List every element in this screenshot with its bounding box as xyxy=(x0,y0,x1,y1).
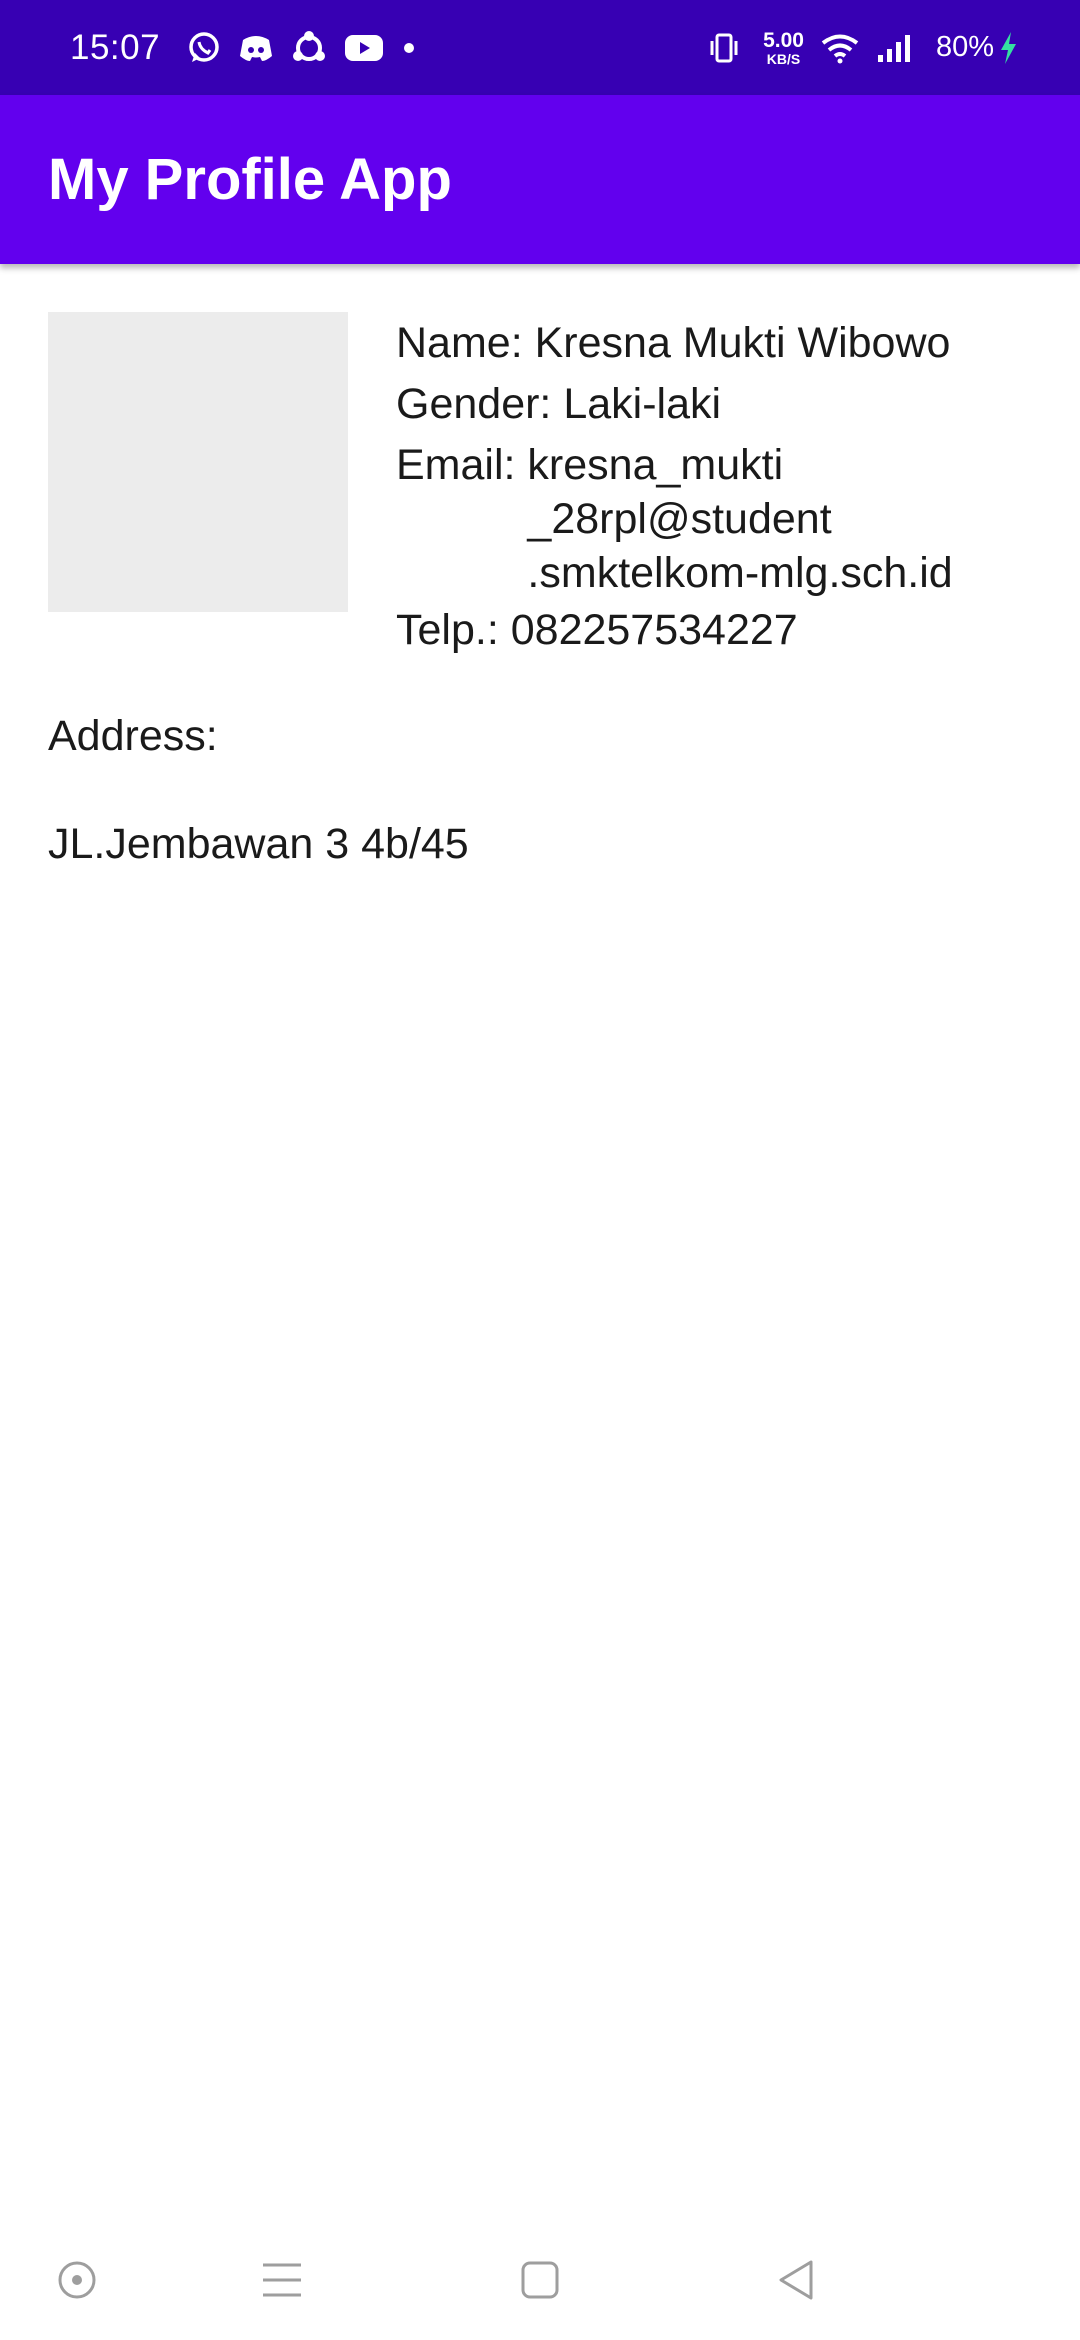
assistant-icon xyxy=(58,2261,96,2299)
email-line: kresna_mukti xyxy=(527,441,784,489)
email-line: .smktelkom-mlg.sch.id xyxy=(527,549,953,597)
app-bar: My Profile App xyxy=(0,95,1080,264)
signal-icon xyxy=(876,33,910,63)
assistant-button[interactable] xyxy=(41,2244,113,2316)
status-bar-left: 15:07 xyxy=(70,27,415,68)
email-row: Email: kresna_mukti _28rpl@student .smkt… xyxy=(396,435,953,600)
status-bar: 15:07 5.00 KB/S 80% xyxy=(0,0,1080,95)
email-line: _28rpl@student xyxy=(527,495,832,543)
email-label: Email: xyxy=(396,441,516,489)
charging-icon xyxy=(998,31,1018,65)
name-row: Name: Kresna Mukti Wibowo xyxy=(396,313,953,374)
gender-row: Gender: Laki-laki xyxy=(396,374,953,435)
home-button[interactable] xyxy=(504,2244,576,2316)
telp-label: Telp.: xyxy=(396,606,499,654)
youtube-icon xyxy=(344,33,384,63)
network-speed-value: 5.00 xyxy=(763,28,804,52)
network-speed-unit: KB/S xyxy=(766,50,801,67)
battery-percent: 80% xyxy=(935,31,994,63)
more-notifications-dot xyxy=(404,42,415,53)
whatsapp-icon xyxy=(186,30,222,66)
sync-icon xyxy=(290,30,328,66)
network-speed: 5.00 KB/S xyxy=(763,30,804,66)
address-value: JL.Jembawan 3 4b/45 xyxy=(48,820,469,868)
app-title: My Profile App xyxy=(48,147,452,212)
name-value: Kresna Mukti Wibowo xyxy=(534,319,951,367)
name-label: Name: xyxy=(396,319,523,367)
address-label: Address: xyxy=(48,712,218,760)
navigation-bar xyxy=(0,2220,1080,2340)
telp-value: 082257534227 xyxy=(510,606,798,654)
discord-icon xyxy=(238,32,274,64)
profile-info: Name: Kresna Mukti Wibowo Gender: Laki-l… xyxy=(396,313,953,661)
telp-row: Telp.: 082257534227 xyxy=(396,600,953,661)
menu-icon xyxy=(263,2263,301,2297)
menu-button[interactable] xyxy=(246,2244,318,2316)
status-bar-right: 5.00 KB/S 80% xyxy=(707,30,1018,66)
status-time: 15:07 xyxy=(70,27,161,67)
back-button[interactable] xyxy=(760,2244,832,2316)
vibrate-icon xyxy=(707,31,741,65)
wifi-icon xyxy=(820,32,860,64)
gender-value: Laki-laki xyxy=(563,380,722,428)
back-icon xyxy=(779,2260,813,2300)
email-value: kresna_mukti _28rpl@student .smktelkom-m… xyxy=(527,435,952,600)
home-icon xyxy=(521,2261,559,2299)
profile-photo-placeholder xyxy=(48,312,348,612)
gender-label: Gender: xyxy=(396,380,552,428)
